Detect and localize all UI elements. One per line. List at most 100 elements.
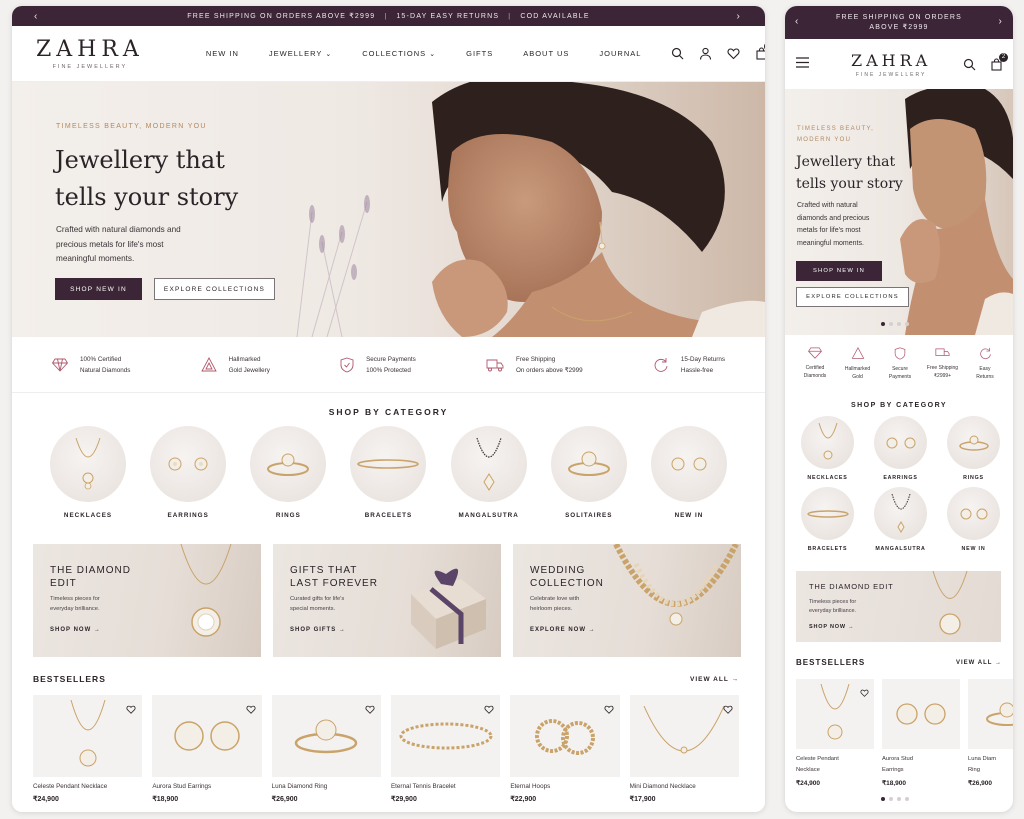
truck-icon	[486, 359, 504, 371]
category-bracelets[interactable]: BRACELETS	[350, 426, 427, 519]
search-icon[interactable]	[963, 58, 976, 71]
banner-title-line: THE DIAMOND	[50, 565, 131, 576]
menu-icon[interactable]	[796, 55, 809, 73]
promo-banner-gifts[interactable]: GIFTS THAT LAST FOREVER Curated gifts for…	[273, 544, 501, 657]
cart-count-badge: 2	[999, 52, 1008, 62]
shop-new-in-button[interactable]: SHOP NEW IN	[55, 278, 142, 300]
product-name: Luna Diam Ring	[968, 754, 1013, 776]
category-label: EARRINGS	[883, 475, 918, 481]
hero-copy-line: metals for life's most	[797, 227, 861, 234]
cart-icon[interactable]: 2	[755, 42, 765, 60]
carousel-dot[interactable]	[905, 797, 909, 801]
category-new-in[interactable]: NEW IN	[650, 426, 727, 519]
next-arrow-icon[interactable]: ›	[736, 11, 741, 22]
product-card[interactable]: Eternal Hoops ₹22,900	[510, 695, 620, 803]
category-solitaires[interactable]: SOLITAIRES	[550, 426, 627, 519]
prev-arrow-icon[interactable]: ‹	[34, 11, 39, 22]
promo-banner-diamond-edit[interactable]: THE DIAMOND EDIT Timeless pieces for ever…	[796, 571, 1001, 642]
hero-copy-line: Crafted with natural diamonds and	[56, 225, 181, 234]
search-icon[interactable]	[671, 47, 684, 60]
wishlist-heart-icon[interactable]	[484, 701, 494, 719]
banner-desc-line: Curated gifts for life's	[290, 596, 345, 602]
logo[interactable]: ZAHRA FINE JEWELLERY	[851, 51, 931, 78]
product-card[interactable]: Aurora Stud Earrings ₹18,900	[882, 679, 960, 787]
nav-jewellery[interactable]: JEWELLERY ⌄	[269, 49, 332, 58]
category-mangalsutra[interactable]: MANGALSUTRA	[874, 487, 927, 552]
product-price: ₹18,900	[882, 780, 907, 787]
category-earrings[interactable]: EARRINGS	[874, 416, 927, 481]
carousel-dot[interactable]	[897, 322, 901, 326]
banner-title-line: GIFTS THAT	[290, 565, 358, 576]
brand-name: ZAHRA	[851, 50, 932, 70]
product-name-line: Necklace	[796, 767, 820, 773]
category-earrings[interactable]: EARRINGS	[150, 426, 227, 519]
category-rings[interactable]: RINGS	[250, 426, 327, 519]
view-all-link[interactable]: VIEW ALL →	[690, 676, 739, 683]
shop-new-in-button[interactable]: SHOP NEW IN	[796, 261, 882, 281]
feature-line: Hallmarked	[228, 355, 261, 363]
bracelet-image	[350, 426, 427, 502]
carousel-dot[interactable]	[881, 797, 885, 801]
category-bracelets[interactable]: BRACELETS	[801, 487, 854, 552]
shop-gifts-link[interactable]: SHOP GIFTS →	[290, 627, 346, 633]
product-card[interactable]: Eternal Tennis Bracelet ₹29,900	[390, 695, 501, 803]
wishlist-heart-icon[interactable]	[860, 684, 869, 702]
category-necklaces[interactable]: NECKLACES	[50, 426, 126, 519]
category-mangalsutra[interactable]: MANGALSUTRA	[450, 426, 527, 519]
promo-banner-wedding[interactable]: WEDDING COLLECTION Celebrate love with hei…	[513, 544, 741, 657]
nav-collections-label: COLLECTIONS	[362, 49, 427, 58]
banner-title: GIFTS THAT LAST FOREVER	[290, 564, 378, 590]
cart-icon[interactable]: 2	[990, 52, 1008, 71]
wishlist-heart-icon[interactable]	[723, 701, 733, 719]
explore-collections-button[interactable]: EXPLORE COLLECTIONS	[796, 287, 909, 307]
promo-banner-diamond-edit[interactable]: THE DIAMOND EDIT Timeless pieces for every…	[33, 544, 261, 657]
feature-line: Payments	[888, 374, 912, 380]
logo[interactable]: ZAHRA FINE JEWELLERY	[36, 37, 144, 70]
feature-line: 15-Day Returns	[680, 355, 725, 363]
prev-arrow-icon[interactable]: ‹	[795, 17, 800, 27]
account-icon[interactable]	[699, 47, 712, 60]
carousel-dot[interactable]	[881, 322, 885, 326]
wishlist-heart-icon[interactable]	[365, 701, 375, 719]
carousel-dot[interactable]	[889, 322, 893, 326]
nav-new-in[interactable]: NEW IN	[206, 49, 239, 58]
wishlist-heart-icon[interactable]	[604, 701, 614, 719]
explore-collections-button[interactable]: EXPLORE COLLECTIONS	[154, 278, 275, 300]
product-card[interactable]: Celeste Pendant Necklace ₹24,900	[796, 679, 874, 787]
view-all-link[interactable]: VIEW ALL →	[956, 660, 1002, 666]
next-arrow-icon[interactable]: ›	[998, 17, 1003, 27]
gift-box-image	[411, 568, 486, 649]
category-rings[interactable]: RINGS	[947, 416, 1000, 481]
feature-strip: 100% Certified Natural Diamonds Hallmarke…	[12, 337, 765, 393]
brand-tagline: FINE JEWELLERY	[855, 71, 927, 78]
nav-gifts[interactable]: GIFTS	[466, 49, 493, 58]
main-nav: NEW IN JEWELLERY ⌄ COLLECTIONS ⌄ GIFTS A…	[206, 49, 672, 58]
wishlist-heart-icon[interactable]	[246, 701, 256, 719]
wishlist-heart-icon[interactable]	[126, 701, 136, 719]
shop-now-link[interactable]: SHOP NOW →	[809, 624, 855, 630]
product-card[interactable]: Luna Diam Ring ₹26,900	[968, 679, 1013, 787]
shop-now-link[interactable]: SHOP NOW →	[50, 627, 101, 633]
banner-desc-line: Timeless pieces for	[50, 596, 100, 602]
wishlist-icon[interactable]	[727, 47, 740, 60]
product-card[interactable]: Luna Diamond Ring ₹26,900	[271, 695, 381, 803]
product-card[interactable]: Celeste Pendant Necklace ₹24,900	[33, 695, 143, 803]
product-card[interactable]: Aurora Stud Earrings ₹18,900	[152, 695, 262, 803]
carousel-dot[interactable]	[905, 322, 909, 326]
banner-desc-line: special moments.	[290, 606, 336, 612]
category-necklaces[interactable]: NECKLACES	[801, 416, 854, 481]
nav-journal[interactable]: JOURNAL	[599, 49, 641, 58]
product-name: Celeste Pendant Necklace	[33, 783, 108, 790]
truck-icon	[935, 348, 950, 356]
banner-title-line: EDIT	[50, 578, 77, 589]
site-header: ZAHRA FINE JEWELLERY NEW IN JEWELLERY ⌄ …	[12, 26, 765, 82]
carousel-dot[interactable]	[897, 797, 901, 801]
nav-about[interactable]: ABOUT US	[523, 49, 569, 58]
explore-now-link[interactable]: EXPLORE NOW →	[530, 627, 596, 633]
nav-collections[interactable]: COLLECTIONS ⌄	[362, 49, 436, 58]
product-card[interactable]: Mini Diamond Necklace ₹17,900	[629, 695, 739, 803]
category-new-in[interactable]: NEW IN	[947, 487, 1000, 552]
carousel-dot[interactable]	[889, 797, 893, 801]
hero-title-line: Jewellery that	[55, 146, 225, 174]
hero-eyebrow: TIMELESS BEAUTY, MODERN YOU	[56, 123, 207, 130]
